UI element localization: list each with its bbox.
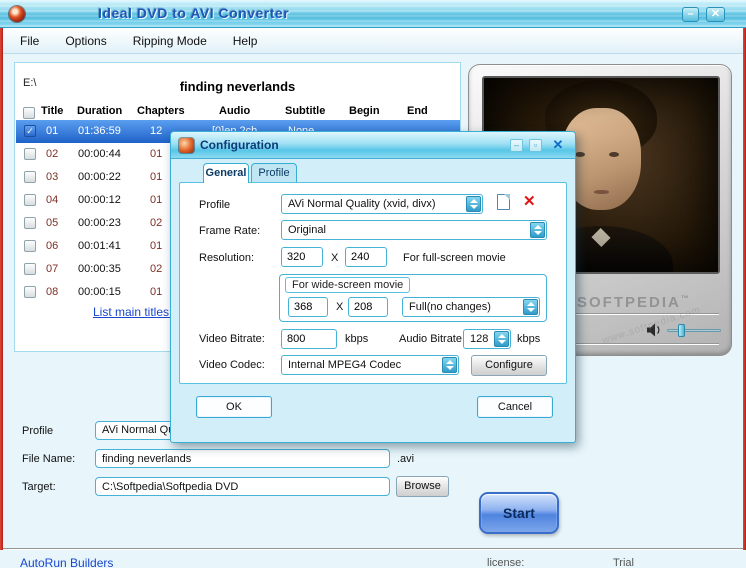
ok-button[interactable]: OK bbox=[196, 396, 272, 418]
video-bitrate-input[interactable] bbox=[281, 329, 337, 349]
row-checkbox[interactable] bbox=[24, 240, 36, 252]
minimize-button[interactable]: – bbox=[682, 7, 699, 22]
spinner-icon[interactable] bbox=[466, 196, 481, 212]
file-name-input[interactable] bbox=[95, 449, 390, 468]
watermark: SOFTPEDIA™ bbox=[577, 294, 691, 311]
window-title: Ideal DVD to AVI Converter bbox=[98, 5, 290, 21]
row-checkbox-checked[interactable]: ✓ bbox=[24, 125, 36, 137]
close-icon: ✕ bbox=[552, 137, 564, 152]
spinner-icon[interactable] bbox=[523, 299, 538, 315]
column-header-end: End bbox=[407, 105, 428, 117]
app-icon bbox=[9, 6, 25, 22]
widescreen-groupbox: For wide-screen movie X Full(no changes) bbox=[279, 274, 547, 322]
spinner-icon[interactable] bbox=[530, 222, 545, 238]
minimize-icon: – bbox=[687, 8, 694, 20]
restore-icon: ▫ bbox=[533, 140, 538, 150]
dialog-title: Configuration bbox=[200, 138, 279, 152]
list-main-titles-link[interactable]: List main titles... bbox=[93, 305, 179, 319]
tab-profile[interactable]: Profile bbox=[251, 163, 297, 182]
tab-general[interactable]: General bbox=[203, 163, 249, 183]
frame-rate-label: Frame Rate: bbox=[199, 225, 261, 237]
movie-title: finding neverlands bbox=[179, 79, 296, 94]
file-name-label: File Name: bbox=[22, 453, 76, 465]
video-codec-combo[interactable]: Internal MPEG4 Codec bbox=[281, 355, 459, 375]
video-bitrate-unit: kbps bbox=[345, 333, 369, 345]
volume-slider-handle[interactable] bbox=[678, 324, 685, 337]
close-icon: ✕ bbox=[710, 8, 721, 20]
row-checkbox[interactable] bbox=[24, 217, 36, 229]
column-header-begin: Begin bbox=[349, 105, 380, 117]
spinner-icon[interactable] bbox=[442, 357, 457, 373]
menu-ripping-mode[interactable]: Ripping Mode bbox=[120, 28, 220, 54]
dialog-restore-button[interactable]: ▫ bbox=[529, 139, 542, 152]
dialog-profile-label: Profile bbox=[199, 199, 231, 211]
app-window: Ideal DVD to AVI Converter – ✕ File Opti… bbox=[0, 0, 746, 568]
autorun-builders-link[interactable]: AutoRun Builders bbox=[20, 556, 113, 568]
dialog-minimize-button[interactable]: – bbox=[510, 139, 523, 152]
profile-combo[interactable]: AVi Normal Quality (xvid, divx) bbox=[281, 194, 483, 214]
column-header-chapters: Chapters bbox=[137, 105, 185, 117]
audio-bitrate-combo[interactable]: 128 bbox=[463, 329, 511, 349]
column-header-audio: Audio bbox=[219, 105, 251, 117]
column-header-duration: Duration bbox=[77, 105, 123, 117]
license-label: license: bbox=[487, 557, 525, 568]
configure-button[interactable]: Configure bbox=[471, 355, 547, 376]
widescreen-group-title: For wide-screen movie bbox=[285, 277, 411, 293]
target-input[interactable] bbox=[95, 477, 390, 496]
row-checkbox[interactable] bbox=[24, 194, 36, 206]
frame-rate-combo[interactable]: Original bbox=[281, 220, 547, 240]
spinner-icon[interactable] bbox=[494, 331, 509, 347]
delete-profile-icon[interactable]: ✕ bbox=[523, 192, 536, 210]
target-label: Target: bbox=[22, 481, 56, 493]
window-edge-left bbox=[0, 28, 3, 550]
resolution-separator: X bbox=[331, 252, 339, 264]
check-icon: ✓ bbox=[26, 126, 34, 136]
audio-bitrate-unit: kbps bbox=[517, 333, 541, 345]
resolution-height-input[interactable] bbox=[345, 247, 387, 267]
new-profile-icon[interactable] bbox=[497, 194, 510, 210]
row-checkbox[interactable] bbox=[24, 171, 36, 183]
dialog-icon bbox=[179, 138, 194, 153]
audio-bitrate-label: Audio Bitrate: bbox=[399, 333, 466, 345]
license-value: Trial bbox=[613, 557, 634, 568]
column-header-title: Title bbox=[41, 105, 64, 117]
titlebar: Ideal DVD to AVI Converter – ✕ bbox=[0, 0, 746, 28]
widescreen-width-input[interactable] bbox=[288, 297, 328, 317]
minimize-icon: – bbox=[513, 140, 519, 150]
row-checkbox[interactable] bbox=[24, 286, 36, 298]
resolution-width-input[interactable] bbox=[281, 247, 323, 267]
widescreen-separator: X bbox=[336, 301, 344, 313]
video-bitrate-label: Video Bitrate: bbox=[199, 333, 265, 345]
widescreen-height-input[interactable] bbox=[348, 297, 388, 317]
menu-file[interactable]: File bbox=[7, 28, 52, 54]
column-header-subtitle: Subtitle bbox=[285, 105, 326, 117]
status-divider bbox=[0, 548, 746, 550]
configuration-dialog: Configuration – ▫ ✕ General Profile Prof… bbox=[170, 131, 576, 443]
select-all-checkbox[interactable] bbox=[23, 107, 35, 119]
profile-label: Profile bbox=[22, 425, 54, 437]
dialog-close-button[interactable]: ✕ bbox=[549, 137, 567, 153]
row-checkbox[interactable] bbox=[24, 148, 36, 160]
row-checkbox[interactable] bbox=[24, 263, 36, 275]
browse-button[interactable]: Browse bbox=[396, 476, 449, 497]
video-codec-label: Video Codec: bbox=[199, 359, 265, 371]
menu-help[interactable]: Help bbox=[220, 28, 271, 54]
menubar: File Options Ripping Mode Help bbox=[3, 28, 743, 54]
widescreen-mode-combo[interactable]: Full(no changes) bbox=[402, 297, 540, 317]
close-button[interactable]: ✕ bbox=[706, 7, 725, 22]
fullscreen-note: For full-screen movie bbox=[403, 252, 506, 264]
dialog-titlebar: Configuration – ▫ ✕ bbox=[171, 132, 575, 159]
file-extension-label: .avi bbox=[397, 453, 415, 465]
resolution-label: Resolution: bbox=[199, 252, 255, 264]
start-button[interactable]: Start bbox=[479, 492, 559, 534]
menu-options[interactable]: Options bbox=[52, 28, 119, 54]
volume-slider[interactable] bbox=[667, 324, 721, 337]
cancel-button[interactable]: Cancel bbox=[477, 396, 553, 418]
